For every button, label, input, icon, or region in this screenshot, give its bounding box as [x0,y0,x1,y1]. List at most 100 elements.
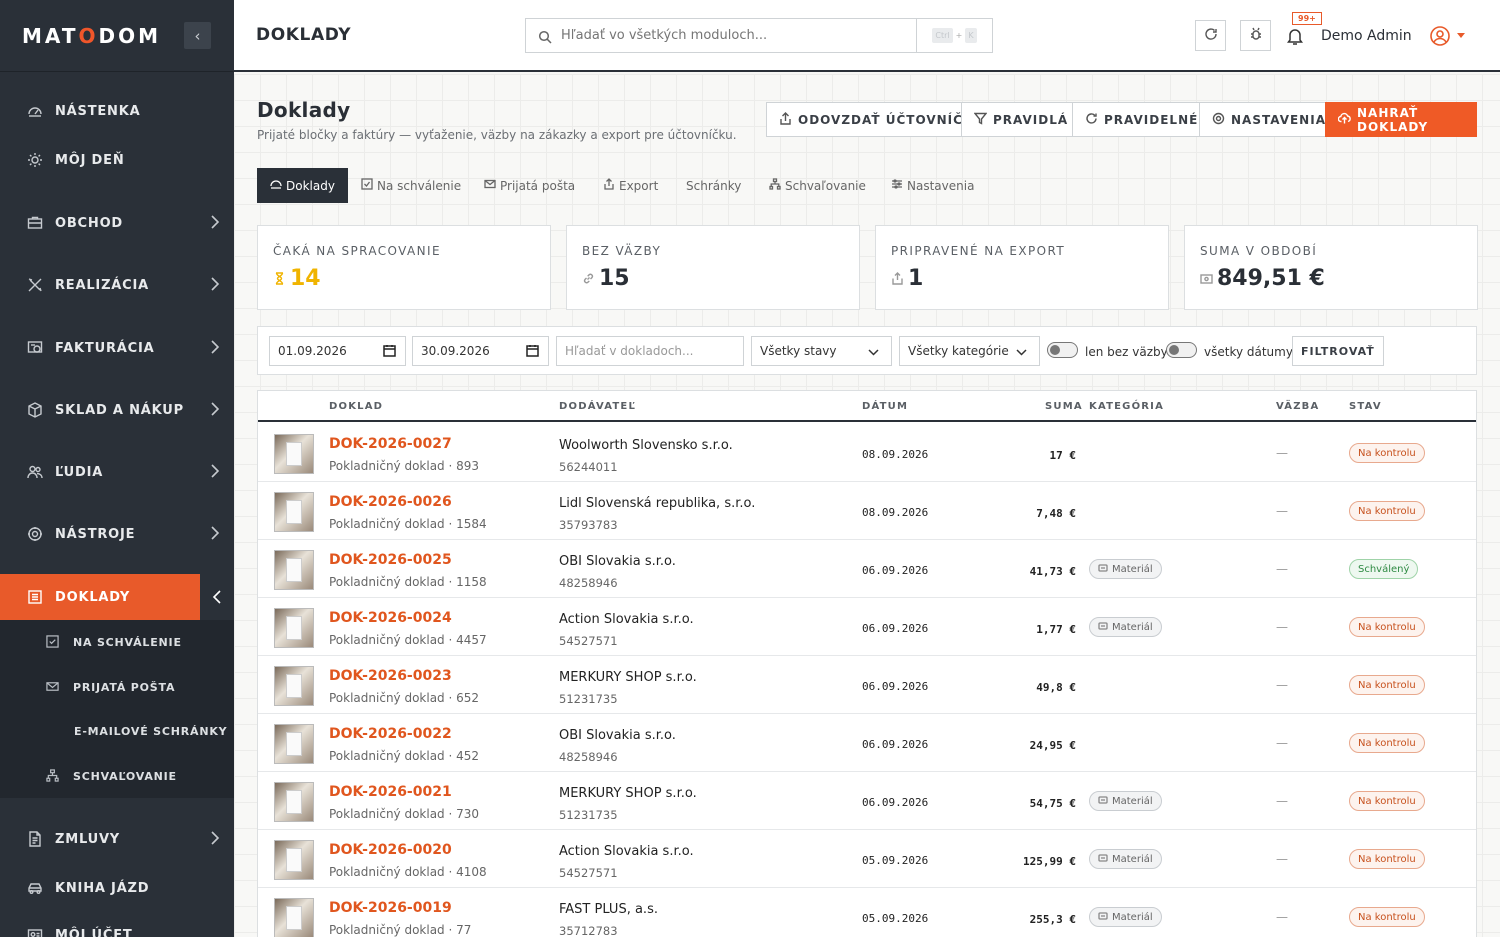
sidebar-item-doklady[interactable]: DOKLADY [0,574,234,620]
sidebar-item-obchod[interactable]: OBCHOD [0,200,234,246]
sidebar-item-zmluvy[interactable]: ZMLUVY [0,816,234,862]
category-label: Materiál [1112,795,1153,807]
receipt-thumbnail[interactable] [274,840,314,880]
refresh-button[interactable] [1195,20,1226,51]
upload-documents-button[interactable]: NAHRAŤ DOKLADY [1325,102,1477,137]
supplier-ico: 51231735 [559,808,618,822]
sidebar-subitem-na-schvalenie[interactable]: NA SCHVÁLENIE [0,620,234,664]
binding-value: — [1276,446,1288,460]
document-date: 05.09.2026 [862,854,929,867]
column-header[interactable]: SUMA [1045,401,1083,412]
sidebar-item-realizacia[interactable]: REALIZÁCIA [0,262,234,308]
calendar-icon[interactable] [383,344,396,357]
stat-label: SUMA V OBDOBÍ [1200,244,1318,258]
bug-report-button[interactable] [1240,20,1271,51]
document-number-link[interactable]: DOK-2026-0021 [329,784,452,800]
filter-button[interactable]: FILTROVAŤ [1292,336,1384,366]
date-from-input[interactable]: 01.09.2026 [269,336,406,366]
receipt-thumbnail[interactable] [274,434,314,474]
column-header[interactable]: DODÁVATEĽ [559,401,636,412]
document-number-link[interactable]: DOK-2026-0025 [329,552,452,568]
tab-export[interactable]: Export [599,168,662,203]
receipt-thumbnail[interactable] [274,898,314,937]
receipt-thumbnail[interactable] [274,724,314,764]
status-badge: Na kontrolu [1349,443,1425,463]
column-header[interactable]: DÁTUM [862,401,908,412]
document-number-link[interactable]: DOK-2026-0022 [329,726,452,742]
rules-button[interactable]: PRAVIDLÁ [961,102,1082,137]
table-row[interactable]: DOK-2026-0023 Pokladničný doklad · 652 MER… [258,656,1476,714]
sidebar-item-moj-den[interactable]: MÔJ DEŇ [0,137,234,183]
column-header[interactable]: DOKLAD [329,401,383,412]
document-number-link[interactable]: DOK-2026-0027 [329,436,452,452]
tab-doklady[interactable]: Doklady [257,168,348,203]
document-number-link[interactable]: DOK-2026-0023 [329,668,452,684]
receipt-thumbnail[interactable] [274,492,314,532]
dashboard-icon [26,102,44,120]
document-number-link[interactable]: DOK-2026-0024 [329,610,452,626]
document-number-link[interactable]: DOK-2026-0026 [329,494,452,510]
sidebar-item-nastroje[interactable]: NÁSTROJE [0,511,234,557]
document-amount: 7,48 € [1036,507,1076,520]
table-row[interactable]: DOK-2026-0024 Pokladničný doklad · 4457 Ac… [258,598,1476,656]
document-number-link[interactable]: DOK-2026-0020 [329,842,452,858]
unbound-only-toggle[interactable] [1047,342,1078,358]
sidebar-item-sklad[interactable]: SKLAD A NÁKUP [0,387,234,433]
category-select[interactable]: Všetky kategórie [899,336,1040,366]
topbar: DOKLADY Ctrl + K 99+ Demo Admin [234,0,1500,72]
supplier-ico: 54527571 [559,866,618,880]
tab-prijata-posta[interactable]: Prijatá pošta [480,168,579,203]
sidebar-subitem-emailove-schranky[interactable]: E-MAILOVÉ SCHRÁNKY [0,709,234,753]
page-title: Doklady [257,98,351,122]
stat-number: 849,51 € [1217,266,1325,291]
tab-na-schvalenie[interactable]: Na schválenie [357,168,465,203]
receipt-thumbnail[interactable] [274,550,314,590]
document-number-link[interactable]: DOK-2026-0019 [329,900,452,916]
tab-schranky[interactable]: Schránky [682,168,745,203]
chevron-left-icon[interactable] [200,574,234,620]
recurring-button[interactable]: PRAVIDELNÉ [1072,102,1212,137]
date-to-input[interactable]: 30.09.2026 [412,336,549,366]
share-icon [891,266,904,291]
notifications-button[interactable] [1285,26,1307,48]
status-select[interactable]: Všetky stavy [751,336,892,366]
calendar-icon[interactable] [526,344,539,357]
sidebar-item-label: DOKLADY [55,589,131,605]
sidebar-subitem-schvalovanie[interactable]: SCHVAĽOVANIE [0,754,234,798]
document-search-input[interactable]: Hľadať v dokladoch... [556,336,744,366]
receipt-thumbnail[interactable] [274,608,314,648]
sidebar-collapse-button[interactable]: ‹ [184,22,211,49]
account-icon [26,926,44,937]
table-row[interactable]: DOK-2026-0020 Pokladničný doklad · 4108 Ac… [258,830,1476,888]
tab-nastavenia[interactable]: Nastavenia [887,168,978,203]
sidebar-item-kniha-jazd[interactable]: KNIHA JÁZD [0,865,234,911]
user-name[interactable]: Demo Admin [1321,28,1412,44]
receipt-thumbnail[interactable] [274,666,314,706]
category-label: Materiál [1112,621,1153,633]
tab-label: Schránky [686,178,742,193]
sidebar-item-fakturacia[interactable]: FAKTURÁCIA [0,325,234,371]
chevron-down-icon[interactable] [1457,33,1465,38]
sidebar-item-nastenka[interactable]: NÁSTENKA [0,88,234,134]
column-header[interactable]: STAV [1349,401,1382,412]
column-header[interactable]: VÄZBA [1276,401,1319,412]
receipt-thumbnail[interactable] [274,782,314,822]
tab-schvalovanie[interactable]: Schvaľovanie [765,168,870,203]
global-search[interactable]: Ctrl + K [525,18,993,53]
user-avatar[interactable] [1429,25,1451,47]
status-badge: Na kontrolu [1349,791,1425,811]
table-row[interactable]: DOK-2026-0026 Pokladničný doklad · 1584 Li… [258,482,1476,540]
table-row[interactable]: DOK-2026-0025 Pokladničný doklad · 1158 OB… [258,540,1476,598]
column-header[interactable]: KATEGÓRIA [1089,401,1164,412]
all-dates-toggle[interactable] [1166,342,1197,358]
global-search-input[interactable] [561,28,901,43]
table-row[interactable]: DOK-2026-0021 Pokladničný doklad · 730 MER… [258,772,1476,830]
table-row[interactable]: DOK-2026-0019 Pokladničný doklad · 77 FAST… [258,888,1476,937]
table-row[interactable]: DOK-2026-0022 Pokladničný doklad · 452 OBI… [258,714,1476,772]
sidebar-item-moj-ucet[interactable]: MÔJ ÚČET [0,912,234,937]
settings-button[interactable]: NASTAVENIA [1199,102,1339,137]
sidebar-item-ludia[interactable]: ĽUDIA [0,449,234,495]
sidebar-subitem-prijata-posta[interactable]: PRIJATÁ POŠTA [0,665,234,709]
table-row[interactable]: DOK-2026-0027 Pokladničný doklad · 893 Woo… [258,424,1476,482]
logo[interactable]: MATODOM [22,24,161,48]
